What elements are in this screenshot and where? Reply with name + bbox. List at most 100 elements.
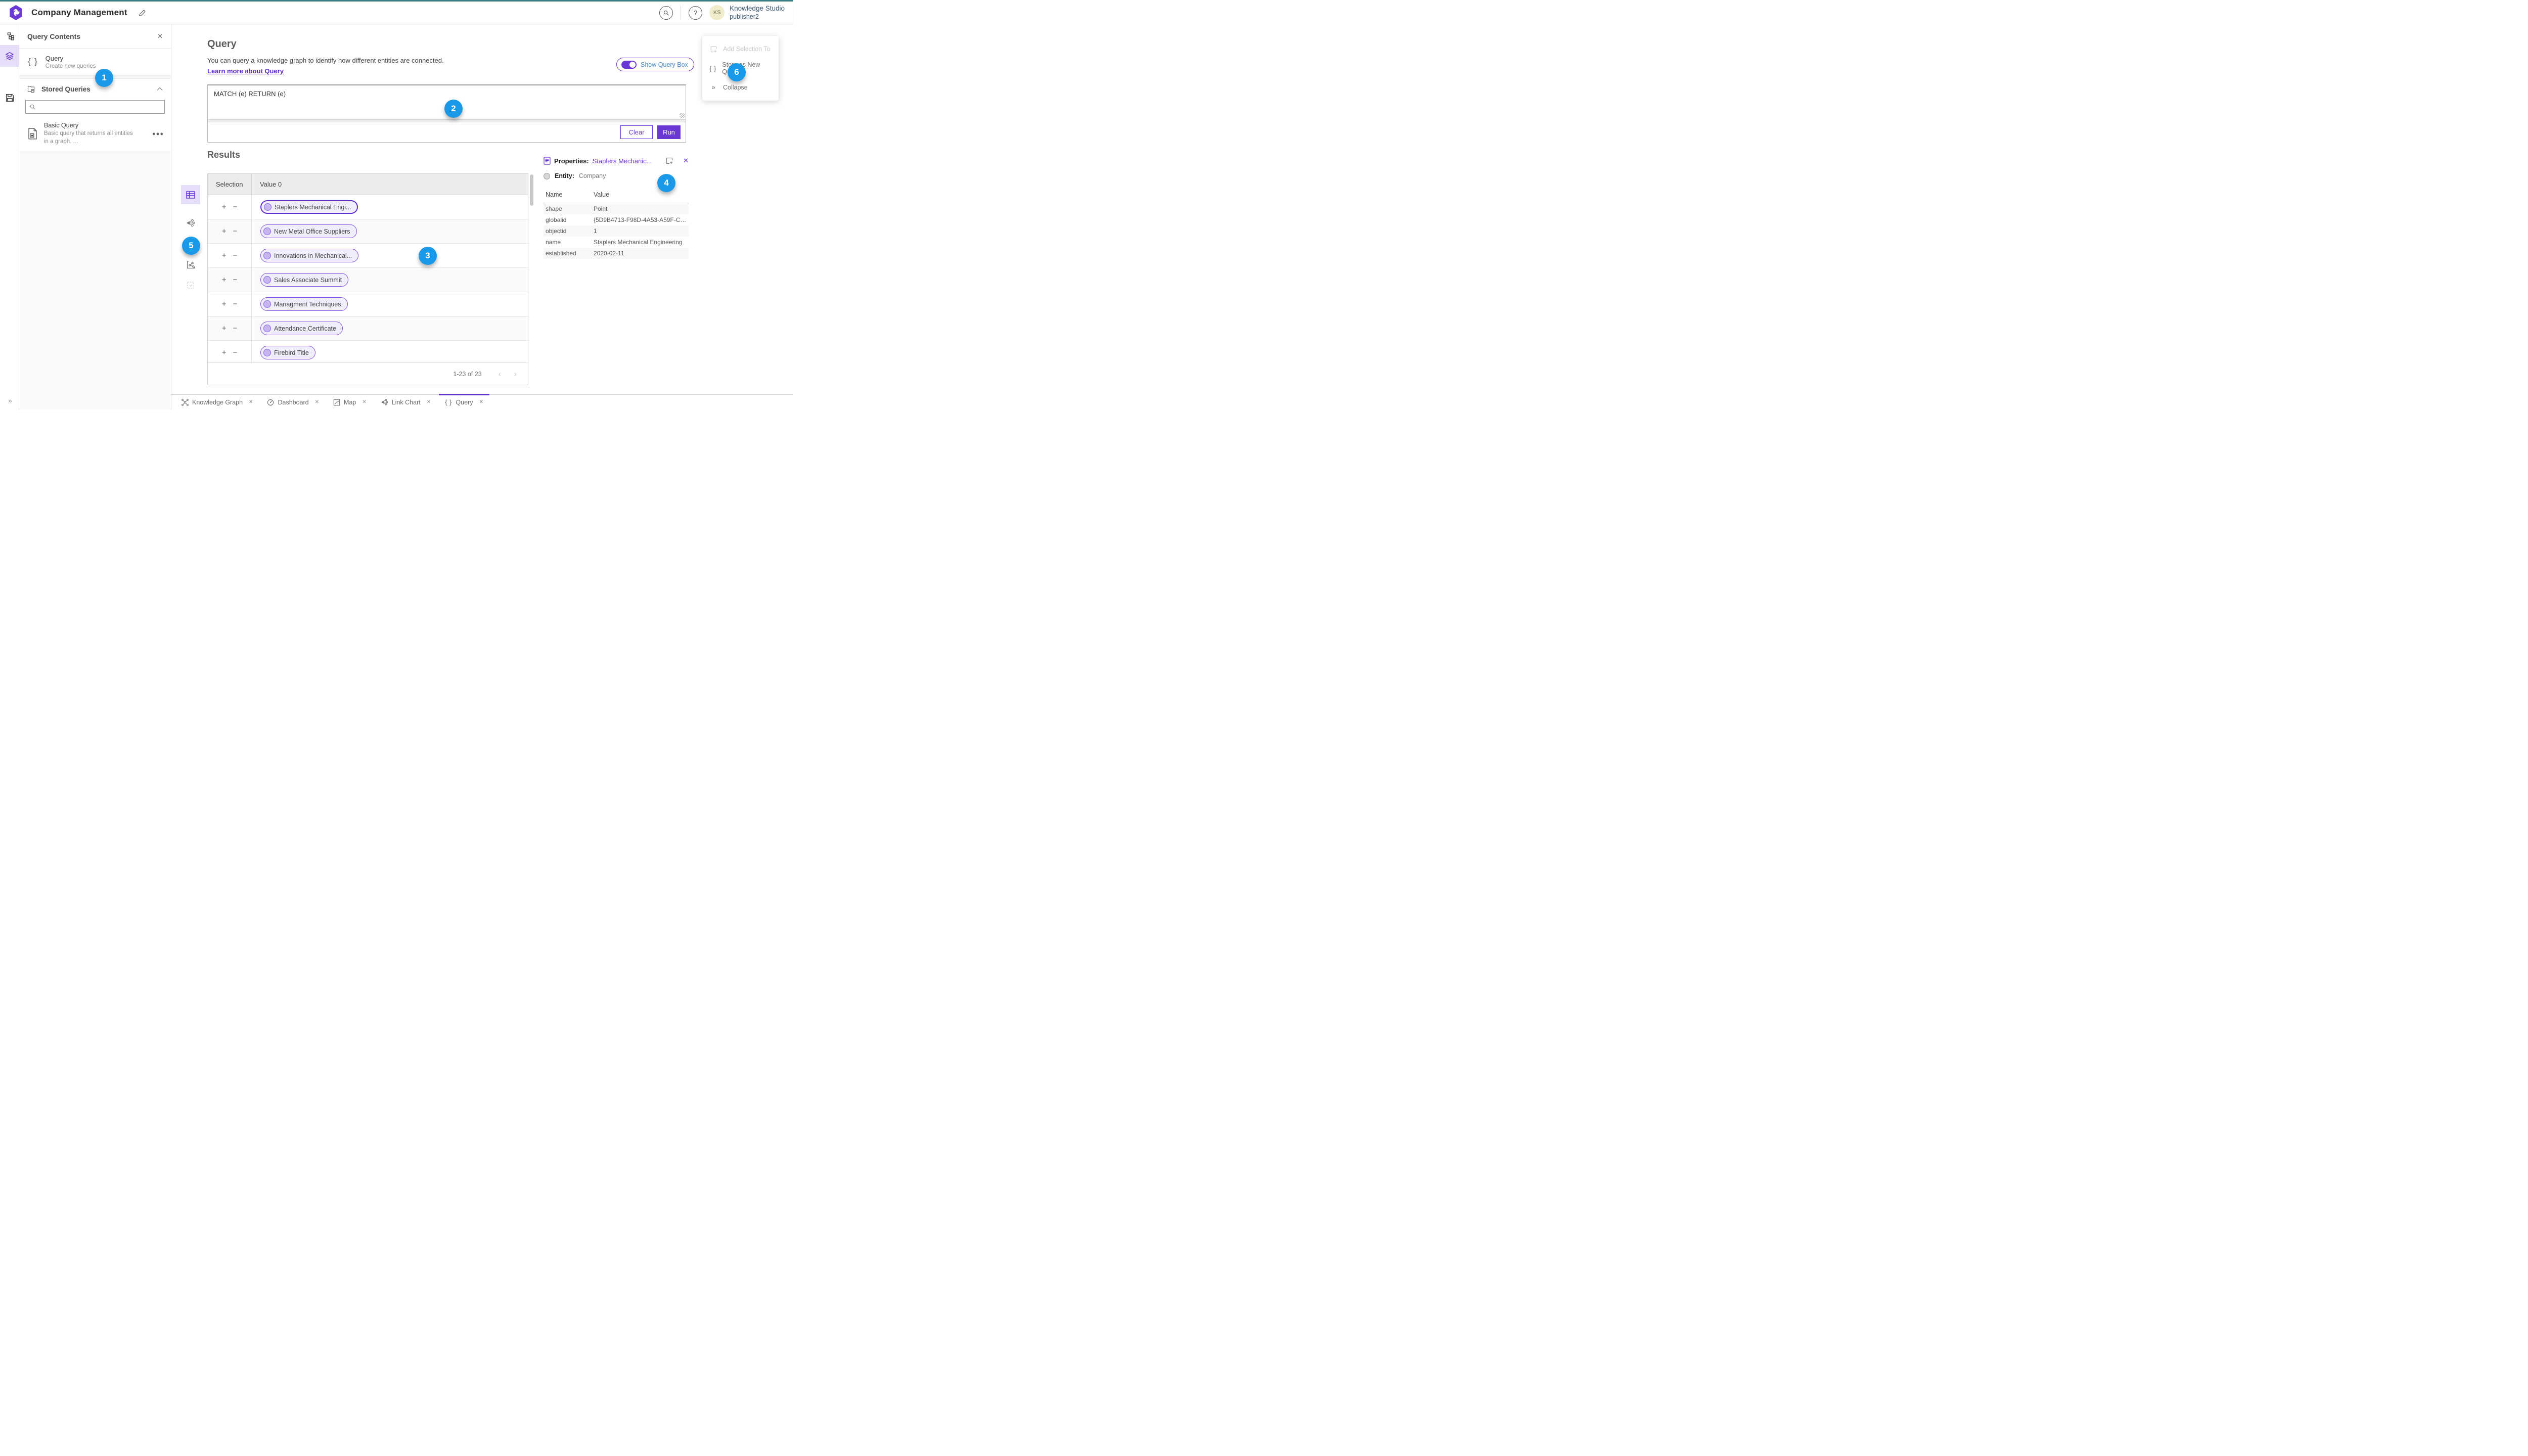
query-text: MATCH (e) RETURN (e) xyxy=(214,90,286,98)
view-table-icon[interactable] xyxy=(181,185,200,204)
view-selection-icon[interactable] xyxy=(181,276,200,295)
column-header-selection[interactable]: Selection xyxy=(208,174,252,195)
entity-dot-icon xyxy=(263,349,271,356)
run-button[interactable]: Run xyxy=(657,125,681,139)
remove-selection-minus[interactable]: − xyxy=(233,276,238,284)
entity-circle-icon xyxy=(544,172,550,179)
add-selection-plus[interactable]: + xyxy=(222,203,227,211)
table-row: + − Staplers Mechanical Engi... xyxy=(208,195,528,219)
search-icon[interactable] xyxy=(659,6,673,20)
remove-selection-minus[interactable]: − xyxy=(233,252,238,259)
learn-more-link[interactable]: Learn more about Query xyxy=(207,67,284,75)
results-table: Selection Value 0 + − Staplers Mechanical… xyxy=(207,173,528,385)
table-row: + − Attendance Certificate xyxy=(208,316,528,341)
add-selection-plus[interactable]: + xyxy=(222,325,227,332)
tab-query[interactable]: { } Query ✕ xyxy=(438,394,490,410)
entity-pill[interactable]: Innovations in Mechanical... xyxy=(260,249,359,262)
view-link-chart-icon[interactable] xyxy=(181,213,200,233)
annotation-callout-4: 4 xyxy=(657,174,675,192)
help-icon[interactable]: ? xyxy=(689,6,703,20)
stored-queries-title: Stored Queries xyxy=(41,85,91,93)
table-row: + − Sales Associate Summit xyxy=(208,268,528,292)
property-row: objectid 1 xyxy=(544,225,689,237)
close-tab-icon[interactable]: ✕ xyxy=(362,399,366,405)
panel-header: Query Contents ✕ xyxy=(19,24,171,49)
entity-pill[interactable]: New Metal Office Suppliers xyxy=(260,224,357,238)
remove-selection-minus[interactable]: − xyxy=(233,228,238,235)
close-tab-icon[interactable]: ✕ xyxy=(479,399,483,405)
entity-dot-icon xyxy=(263,228,271,235)
clear-button[interactable]: Clear xyxy=(620,125,653,139)
remove-selection-minus[interactable]: − xyxy=(233,325,238,332)
close-tab-icon[interactable]: ✕ xyxy=(249,399,253,405)
properties-panel: Properties: Staplers Mechanic... ✕ Entit… xyxy=(544,157,689,259)
resize-handle[interactable] xyxy=(680,113,685,118)
entity-dot-icon xyxy=(263,252,271,259)
menu-item-collapse[interactable]: » Collapse xyxy=(702,78,779,97)
left-rail: » xyxy=(0,24,19,410)
add-selection-plus[interactable]: + xyxy=(222,349,227,356)
close-panel-icon[interactable]: ✕ xyxy=(157,32,163,40)
show-query-box-toggle[interactable]: Show Query Box xyxy=(616,58,694,71)
curly-braces-icon: { } xyxy=(445,398,453,406)
entity-pill[interactable]: Staplers Mechanical Engi... xyxy=(260,200,358,214)
tab-map[interactable]: Map ✕ xyxy=(326,395,374,410)
add-selection-plus[interactable]: + xyxy=(222,252,227,259)
add-selection-plus[interactable]: + xyxy=(222,300,227,308)
query-item-subtitle: Create new queries xyxy=(45,63,96,69)
annotation-callout-5: 5 xyxy=(182,237,200,255)
page-range-label: 1-23 of 23 xyxy=(453,370,482,378)
avatar[interactable]: KS xyxy=(709,5,725,20)
remove-selection-minus[interactable]: − xyxy=(233,349,238,356)
results-scrollbar[interactable] xyxy=(530,174,533,206)
layers-icon[interactable] xyxy=(0,45,19,67)
add-selection-icon[interactable] xyxy=(665,157,673,165)
stored-query-item[interactable]: Basic Query Basic query that returns all… xyxy=(19,119,171,152)
app-logo[interactable] xyxy=(9,5,23,20)
column-header-value0[interactable]: Value 0 xyxy=(252,174,528,195)
chevron-up-icon[interactable] xyxy=(157,87,163,91)
toggle-switch[interactable] xyxy=(621,60,637,69)
user-org: Knowledge Studio xyxy=(730,4,785,12)
view-map-entities-icon[interactable] xyxy=(181,255,200,274)
tab-link-chart[interactable]: Link Chart ✕ xyxy=(374,395,438,410)
tab-dashboard[interactable]: Dashboard ✕ xyxy=(260,395,326,410)
add-selection-plus[interactable]: + xyxy=(222,228,227,235)
expand-chevrons-icon[interactable]: » xyxy=(0,397,19,404)
remove-selection-minus[interactable]: − xyxy=(233,203,238,211)
entity-dot-icon xyxy=(263,276,271,284)
entity-pill[interactable]: Firebird Title xyxy=(260,346,315,359)
close-tab-icon[interactable]: ✕ xyxy=(427,399,431,405)
collapse-chevrons-icon: » xyxy=(711,84,715,91)
search-input[interactable] xyxy=(39,103,161,111)
properties-entity-link[interactable]: Staplers Mechanic... xyxy=(593,157,652,165)
user-info[interactable]: Knowledge Studio publisher2 xyxy=(730,5,785,21)
entity-pill[interactable]: Attendance Certificate xyxy=(260,322,343,335)
stored-queries-search[interactable] xyxy=(25,100,165,114)
stored-queries-header[interactable]: Stored Queries xyxy=(19,79,171,99)
ellipsis-icon[interactable]: ●●● xyxy=(152,131,164,137)
map-icon xyxy=(333,399,340,405)
query-description: You can query a knowledge graph to ident… xyxy=(207,57,444,64)
edit-title-pencil-icon[interactable] xyxy=(139,9,146,17)
close-tab-icon[interactable]: ✕ xyxy=(315,399,319,405)
entity-dot-icon xyxy=(264,203,272,211)
annotation-callout-3: 3 xyxy=(419,247,437,265)
remove-selection-minus[interactable]: − xyxy=(233,300,238,308)
curly-braces-icon: { } xyxy=(709,64,717,72)
entity-type: Company xyxy=(578,172,606,179)
entity-pill[interactable]: Managment Techniques xyxy=(260,297,348,311)
results-pagination: 1-23 of 23 ‹ › xyxy=(208,362,528,385)
query-create-item[interactable]: { } Query Create new queries xyxy=(19,49,171,75)
add-selection-plus[interactable]: + xyxy=(222,276,227,284)
close-properties-icon[interactable]: ✕ xyxy=(683,157,689,165)
chevron-left-icon[interactable]: ‹ xyxy=(495,370,505,378)
data-model-icon[interactable] xyxy=(0,26,19,47)
annotation-callout-2: 2 xyxy=(444,100,463,118)
chevron-right-icon[interactable]: › xyxy=(511,370,520,378)
save-icon[interactable] xyxy=(0,87,19,108)
tab-knowledge-graph[interactable]: Knowledge Graph ✕ xyxy=(174,395,260,410)
query-title: Query xyxy=(207,38,237,50)
entity-pill[interactable]: Sales Associate Summit xyxy=(260,273,349,287)
magnifier-icon xyxy=(30,104,35,110)
